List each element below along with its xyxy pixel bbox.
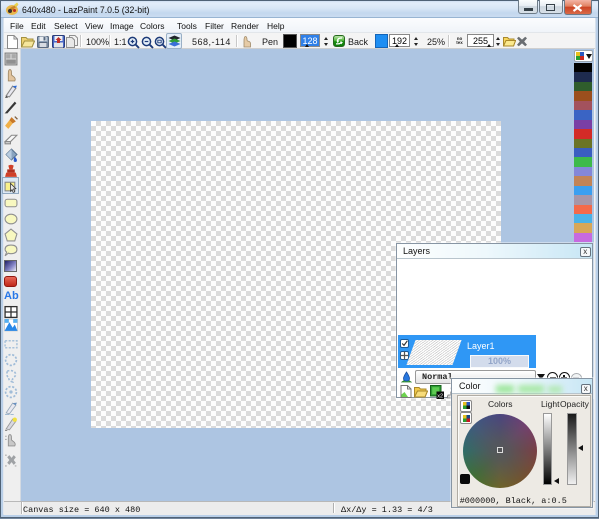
- svg-text:x2: x2: [437, 394, 443, 399]
